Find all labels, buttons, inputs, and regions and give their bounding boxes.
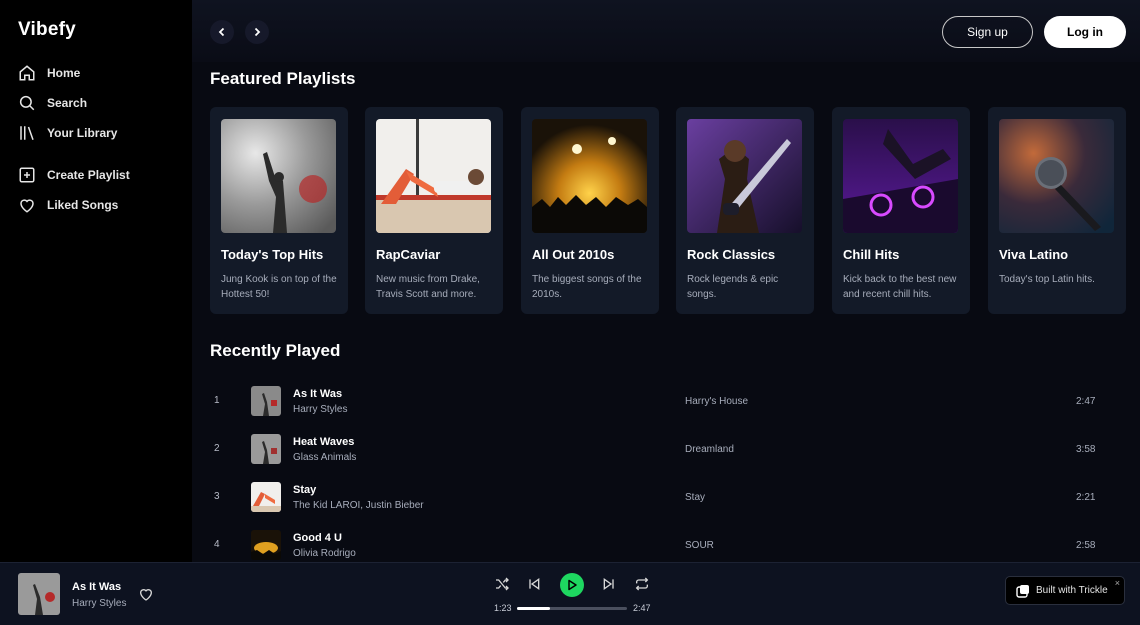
badge-label: Built with Trickle [1036, 585, 1108, 596]
like-heart-icon[interactable] [138, 586, 154, 602]
login-button[interactable]: Log in [1044, 16, 1126, 48]
current-time: 1:23 [494, 603, 512, 613]
sidebar-item-liked-songs[interactable]: Liked Songs [18, 194, 118, 216]
library-icon [20, 126, 34, 140]
track-artist: Glass Animals [293, 452, 357, 463]
track-artist: Olivia Rodrigo [293, 548, 356, 559]
track-title: Good 4 U [293, 532, 342, 544]
search-icon [19, 95, 35, 111]
track-number: 4 [214, 539, 220, 550]
repeat-icon[interactable] [634, 576, 650, 592]
track-album: Dreamland [685, 444, 734, 455]
playlist-cover [687, 119, 802, 233]
playlist-card-todays-top-hits[interactable]: Today's Top Hits Jung Kook is on top of … [210, 107, 348, 314]
home-icon [19, 65, 35, 81]
track-row[interactable]: 3 Stay The Kid LAROI, Justin Bieber Stay… [192, 476, 1140, 520]
track-number: 2 [214, 443, 220, 454]
playlist-cover [376, 119, 491, 233]
playlist-cover [532, 119, 647, 233]
progress-bar[interactable] [517, 607, 627, 610]
sidebar-item-library[interactable]: Your Library [18, 122, 117, 144]
playlist-title: Rock Classics [687, 247, 776, 262]
now-playing-title[interactable]: As It Was [72, 581, 121, 593]
track-number: 1 [214, 395, 220, 406]
play-button[interactable] [560, 573, 584, 597]
signup-button[interactable]: Sign up [942, 16, 1033, 48]
playlist-card-chill-hits[interactable]: Chill Hits Kick back to the best new and… [832, 107, 970, 314]
track-thumbnail [251, 482, 281, 512]
track-thumbnail [251, 386, 281, 416]
main-content: Sign up Log in Featured Playlists Today'… [192, 0, 1140, 562]
sidebar-item-label: Your Library [47, 126, 118, 140]
playlist-title: Today's Top Hits [221, 247, 324, 262]
track-duration: 2:58 [1076, 540, 1096, 551]
chevron-left-icon [218, 27, 225, 37]
progress-fill [517, 607, 550, 610]
playlist-card-rapcaviar[interactable]: RapCaviar New music from Drake, Travis S… [365, 107, 503, 314]
now-playing-artist[interactable]: Harry Styles [72, 598, 126, 609]
play-icon [568, 579, 577, 591]
sidebar-item-label: Create Playlist [47, 168, 130, 182]
track-album: SOUR [685, 540, 714, 551]
shuffle-icon[interactable] [494, 576, 510, 592]
playlist-title: Viva Latino [999, 247, 1069, 262]
playlist-cover [999, 119, 1114, 233]
playlist-description: Jung Kook is on top of the Hottest 50! [221, 274, 337, 300]
track-row[interactable]: 1 As It Was Harry Styles Harry's House 2… [192, 380, 1140, 424]
previous-icon[interactable] [526, 576, 542, 592]
playlist-description: Kick back to the best new and recent chi… [843, 274, 957, 300]
playlist-cover [221, 119, 336, 233]
playlist-card-rock-classics[interactable]: Rock Classics Rock legends & epic songs. [676, 107, 814, 314]
track-album: Stay [685, 492, 706, 503]
heart-icon [20, 199, 34, 213]
track-duration: 2:47 [1076, 396, 1096, 407]
playlist-title: RapCaviar [376, 247, 441, 262]
total-time: 2:47 [633, 603, 651, 613]
track-artist: The Kid LAROI, Justin Bieber [293, 500, 424, 511]
featured-title: Featured Playlists [210, 69, 356, 88]
sidebar-item-home[interactable]: Home [18, 62, 80, 84]
sidebar-item-label: Search [47, 96, 88, 110]
plus-square-icon [19, 167, 35, 183]
trickle-logo-icon [1016, 584, 1029, 598]
track-album: Harry's House [685, 396, 749, 407]
track-title: Stay [293, 484, 317, 496]
playlist-card-all-out-2010s[interactable]: All Out 2010s The biggest songs of the 2… [521, 107, 659, 314]
playlist-title: All Out 2010s [532, 247, 615, 262]
back-button[interactable] [210, 20, 234, 44]
playlist-description: New music from Drake, Travis Scott and m… [376, 274, 480, 300]
playlist-cover [843, 119, 958, 233]
track-duration: 3:58 [1076, 444, 1096, 455]
playlist-description: Today's top Latin hits. [999, 274, 1095, 285]
track-row[interactable]: 4 Good 4 U Olivia Rodrigo SOUR 2:58 [192, 524, 1140, 562]
sidebar-item-search[interactable]: Search [18, 92, 87, 114]
close-icon[interactable]: × [1115, 578, 1120, 588]
track-thumbnail [251, 434, 281, 464]
app-logo[interactable]: Vibefy [18, 19, 76, 41]
track-title: Heat Waves [293, 436, 355, 448]
playlist-title: Chill Hits [843, 247, 900, 262]
playlist-description: The biggest songs of the 2010s. [532, 274, 642, 300]
track-title: As It Was [293, 388, 343, 400]
recently-played-title: Recently Played [210, 341, 341, 360]
built-with-trickle-badge[interactable]: Built with Trickle × [1005, 576, 1125, 605]
sidebar: Vibefy Home Search Your Library Create P… [0, 0, 192, 562]
playlist-card-viva-latino[interactable]: Viva Latino Today's top Latin hits. [988, 107, 1126, 314]
track-duration: 2:21 [1076, 492, 1096, 503]
player-bar: As It Was Harry Styles 1:23 2:47 Built w… [0, 562, 1140, 625]
sidebar-item-label: Liked Songs [47, 198, 119, 212]
next-icon[interactable] [601, 576, 617, 592]
playlist-description: Rock legends & epic songs. [687, 274, 779, 300]
track-thumbnail [251, 530, 281, 560]
forward-button[interactable] [245, 20, 269, 44]
chevron-right-icon [254, 27, 261, 37]
sidebar-item-create-playlist[interactable]: Create Playlist [18, 164, 130, 186]
track-number: 3 [214, 491, 220, 502]
track-artist: Harry Styles [293, 404, 348, 415]
now-playing-cover [18, 573, 60, 615]
track-row[interactable]: 2 Heat Waves Glass Animals Dreamland 3:5… [192, 428, 1140, 472]
top-bar: Sign up Log in [192, 0, 1140, 62]
sidebar-item-label: Home [47, 66, 81, 80]
